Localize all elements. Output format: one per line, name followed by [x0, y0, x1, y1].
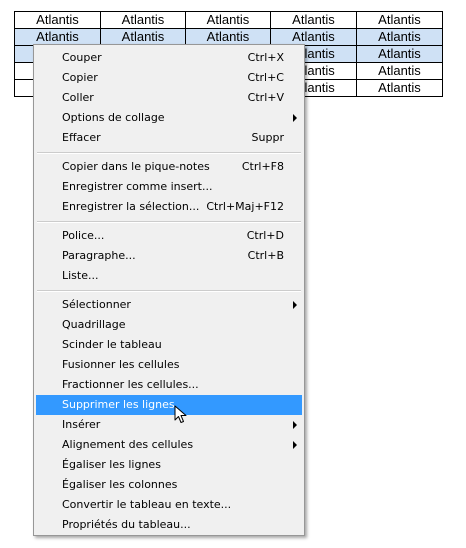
menu-item-label: Convertir le tableau en texte...	[62, 498, 232, 511]
menu-item-label: Couper	[62, 51, 102, 64]
menu-item-fractionner-cellules[interactable]: Fractionner les cellules...	[36, 375, 302, 395]
menu-item-label: Scinder le tableau	[62, 338, 162, 351]
table-cell[interactable]: Atlantis	[14, 28, 101, 46]
submenu-arrow-icon	[293, 114, 297, 122]
menu-item-label: Enregistrer comme insert...	[62, 180, 213, 193]
menu-item-label: Sélectionner	[62, 298, 131, 311]
menu-item-label: Fractionner les cellules...	[62, 378, 199, 391]
menu-item-police[interactable]: Police... Ctrl+D	[36, 226, 302, 246]
menu-item-shortcut: Ctrl+D	[246, 229, 284, 242]
table-cell[interactable]: Atlantis	[270, 11, 357, 29]
table-cell[interactable]: Atlantis	[185, 28, 271, 46]
table-cell[interactable]: Atlantis	[356, 45, 443, 63]
menu-item-shortcut: Ctrl+Maj+F12	[206, 200, 284, 213]
menu-separator	[37, 290, 301, 292]
menu-item-shortcut: Ctrl+V	[247, 91, 284, 104]
table-cell[interactable]: Atlantis	[100, 28, 186, 46]
menu-item-label: Propriétés du tableau...	[62, 518, 191, 531]
submenu-arrow-icon	[293, 301, 297, 309]
menu-item-label: Effacer	[62, 131, 101, 144]
menu-item-label: Coller	[62, 91, 94, 104]
menu-item-label: Copier	[62, 71, 98, 84]
context-menu: Couper Ctrl+X Copier Ctrl+C Coller Ctrl+…	[33, 44, 305, 536]
menu-item-shortcut: Ctrl+F8	[241, 160, 284, 173]
menu-item-inserer[interactable]: Insérer	[36, 415, 302, 435]
menu-item-enregistrer-selection[interactable]: Enregistrer la sélection... Ctrl+Maj+F12	[36, 197, 302, 217]
menu-item-copier-pique-notes[interactable]: Copier dans le pique-notes Ctrl+F8	[36, 157, 302, 177]
table-cell[interactable]: Atlantis	[270, 28, 357, 46]
menu-item-label: Fusionner les cellules	[62, 358, 180, 371]
menu-item-label: Police...	[62, 229, 105, 242]
menu-separator	[37, 221, 301, 223]
menu-item-scinder-tableau[interactable]: Scinder le tableau	[36, 335, 302, 355]
menu-item-shortcut: Ctrl+X	[247, 51, 284, 64]
menu-item-liste[interactable]: Liste...	[36, 266, 302, 286]
submenu-arrow-icon	[293, 441, 297, 449]
table-cell[interactable]: Atlantis	[356, 79, 443, 97]
menu-item-enregistrer-insert[interactable]: Enregistrer comme insert...	[36, 177, 302, 197]
menu-item-shortcut: Ctrl+C	[247, 71, 284, 84]
menu-item-label: Insérer	[62, 418, 101, 431]
menu-item-paragraphe[interactable]: Paragraphe... Ctrl+B	[36, 246, 302, 266]
menu-item-label: Enregistrer la sélection...	[62, 200, 200, 213]
menu-item-options-de-collage[interactable]: Options de collage	[36, 108, 302, 128]
menu-item-quadrillage[interactable]: Quadrillage	[36, 315, 302, 335]
menu-item-label: Copier dans le pique-notes	[62, 160, 210, 173]
menu-item-convertir-texte[interactable]: Convertir le tableau en texte...	[36, 495, 302, 515]
submenu-arrow-icon	[293, 421, 297, 429]
menu-item-shortcut: Suppr	[251, 131, 284, 144]
menu-item-egaliser-lignes[interactable]: Égaliser les lignes	[36, 455, 302, 475]
menu-item-selectionner[interactable]: Sélectionner	[36, 295, 302, 315]
menu-item-label: Supprimer les lignes	[62, 398, 175, 411]
menu-item-egaliser-colonnes[interactable]: Égaliser les colonnes	[36, 475, 302, 495]
menu-item-fusionner-cellules[interactable]: Fusionner les cellules	[36, 355, 302, 375]
menu-separator	[37, 152, 301, 154]
menu-item-label: Liste...	[62, 269, 99, 282]
menu-item-copier[interactable]: Copier Ctrl+C	[36, 68, 302, 88]
table-cell[interactable]: Atlantis	[356, 11, 443, 29]
table-cell[interactable]: Atlantis	[185, 11, 271, 29]
menu-item-proprietes-tableau[interactable]: Propriétés du tableau...	[36, 515, 302, 535]
table-cell[interactable]: Atlantis	[14, 11, 101, 29]
menu-item-label: Paragraphe...	[62, 249, 136, 262]
menu-item-effacer[interactable]: Effacer Suppr	[36, 128, 302, 148]
table-row: Atlantis Atlantis Atlantis Atlantis Atla…	[14, 11, 443, 29]
table-cell[interactable]: Atlantis	[356, 62, 443, 80]
menu-item-label: Égaliser les lignes	[62, 458, 161, 471]
table-row-selected: Atlantis Atlantis Atlantis Atlantis Atla…	[14, 28, 443, 46]
menu-item-supprimer-lignes[interactable]: Supprimer les lignes	[36, 395, 302, 415]
menu-item-alignement-cellules[interactable]: Alignement des cellules	[36, 435, 302, 455]
menu-item-label: Alignement des cellules	[62, 438, 194, 451]
menu-item-couper[interactable]: Couper Ctrl+X	[36, 48, 302, 68]
mouse-pointer-icon	[174, 405, 187, 423]
menu-item-label: Options de collage	[62, 111, 165, 124]
menu-item-coller[interactable]: Coller Ctrl+V	[36, 88, 302, 108]
table-cell[interactable]: Atlantis	[356, 28, 443, 46]
menu-item-shortcut: Ctrl+B	[247, 249, 284, 262]
menu-item-label: Égaliser les colonnes	[62, 478, 178, 491]
menu-item-label: Quadrillage	[62, 318, 126, 331]
table-cell[interactable]: Atlantis	[100, 11, 186, 29]
